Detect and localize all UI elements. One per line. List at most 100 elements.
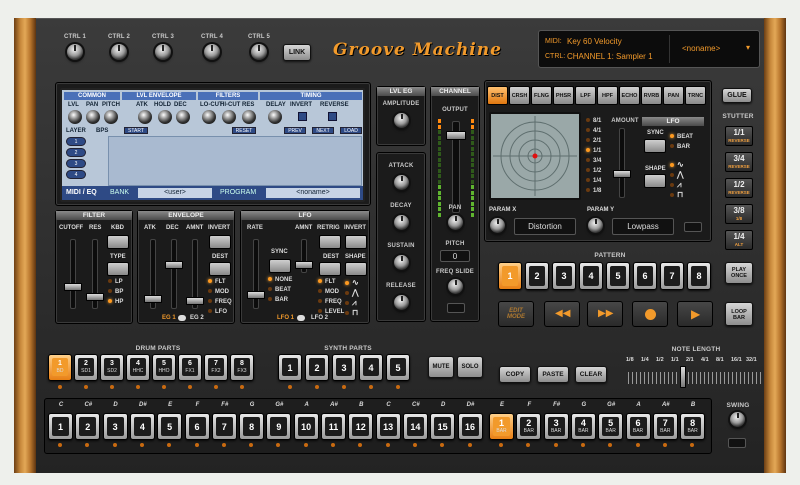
fx-bar-option[interactable]: BAR xyxy=(670,144,690,150)
fx-crsh-button[interactable]: CRSH xyxy=(509,86,530,105)
bank-selector[interactable]: <user> xyxy=(138,188,212,198)
fx-rate-4[interactable]: 3/4 xyxy=(586,158,601,164)
bar-button-3[interactable]: 3 BAR xyxy=(543,413,569,440)
env-amnt-slider[interactable] xyxy=(186,297,204,305)
filter-type-button[interactable] xyxy=(107,262,129,276)
pattern-key-2[interactable]: 2 xyxy=(525,262,549,290)
rewind-button[interactable]: ◀◀ xyxy=(544,301,580,327)
lfo-dest-mod[interactable]: MOD xyxy=(318,289,339,295)
fx-hpf-button[interactable]: HPF xyxy=(597,86,618,105)
lfo-amnt-slider[interactable] xyxy=(295,261,313,269)
fx-rate-0[interactable]: 8/1 xyxy=(586,118,601,124)
synth-part-2[interactable]: 2 xyxy=(305,354,329,381)
lcd-start-button[interactable]: START xyxy=(124,127,148,134)
lfo-dest-flt[interactable]: FLT xyxy=(318,279,336,285)
ctrl3-knob[interactable] xyxy=(155,44,171,60)
decay-knob[interactable] xyxy=(394,215,409,230)
step-button-10[interactable]: 10 xyxy=(293,413,319,440)
fx-flng-button[interactable]: FLNG xyxy=(531,86,552,105)
pattern-key-5[interactable]: 5 xyxy=(606,262,630,290)
synth-part-3[interactable]: 3 xyxy=(332,354,356,381)
mute-button[interactable]: MUTE xyxy=(428,356,454,378)
fx-rate-2[interactable]: 2/1 xyxy=(586,138,601,144)
lcd-hold-knob[interactable] xyxy=(158,110,172,124)
pattern-key-4[interactable]: 4 xyxy=(579,262,603,290)
preset-selector[interactable]: <noname> ▾ xyxy=(669,35,757,63)
kbd-button[interactable] xyxy=(107,235,129,249)
bar-button-1[interactable]: 1 BAR xyxy=(489,413,514,440)
lcd-prev-button[interactable]: PREV xyxy=(284,127,306,134)
step-button-6[interactable]: 6 xyxy=(184,413,210,440)
ctrl5-knob[interactable] xyxy=(251,44,267,60)
layer-4-button[interactable]: 4 xyxy=(66,170,86,179)
fx-echo-button[interactable]: ECHO xyxy=(619,86,640,105)
swing-toggle[interactable] xyxy=(728,438,746,448)
lcd-hicut-knob[interactable] xyxy=(222,110,236,124)
step-button-16[interactable]: 16 xyxy=(457,413,483,440)
step-button-13[interactable]: 13 xyxy=(375,413,401,440)
midi-eq-tab[interactable]: MIDI / EQ xyxy=(66,189,97,196)
record-button[interactable] xyxy=(632,301,668,327)
pattern-key-1[interactable]: 1 xyxy=(498,262,522,290)
step-button-4[interactable]: 4 xyxy=(129,413,155,440)
env-invert-button[interactable] xyxy=(209,235,231,249)
fx-sync-button[interactable] xyxy=(644,139,666,153)
fx-shape-button[interactable] xyxy=(644,174,666,188)
layer-2-button[interactable]: 2 xyxy=(66,148,86,157)
env-dest-flt[interactable]: FLT xyxy=(208,279,226,285)
step-button-7[interactable]: 7 xyxy=(211,413,237,440)
program-selector[interactable]: <noname> xyxy=(266,188,360,198)
drum-part-7[interactable]: 7 FX2 xyxy=(204,354,228,381)
freq-slide-knob[interactable] xyxy=(448,279,463,294)
fx-rate-7[interactable]: 1/8 xyxy=(586,188,601,194)
param-y-value[interactable]: Lowpass xyxy=(612,218,674,235)
fx-trnc-button[interactable]: TRNC xyxy=(685,86,706,105)
pattern-key-7[interactable]: 7 xyxy=(660,262,684,290)
stutter-button-2[interactable]: 1/2 REVERSE xyxy=(725,178,753,198)
swing-knob[interactable] xyxy=(730,412,745,427)
step-button-14[interactable]: 14 xyxy=(402,413,428,440)
env-atk-slider[interactable] xyxy=(144,295,162,303)
drum-part-1[interactable]: 1 BD xyxy=(48,354,72,381)
fx-amount-slider[interactable] xyxy=(613,170,631,178)
sustain-knob[interactable] xyxy=(394,255,409,270)
drum-part-5[interactable]: 5 HHO xyxy=(152,354,176,381)
step-button-12[interactable]: 12 xyxy=(348,413,374,440)
output-fader-cap[interactable] xyxy=(446,131,466,140)
fx-dist-button[interactable]: DIST xyxy=(487,86,508,105)
env-dest-mod[interactable]: MOD xyxy=(208,289,229,295)
freq-slide-toggle[interactable] xyxy=(447,303,465,313)
fx-pan-button[interactable]: PAN xyxy=(663,86,684,105)
paste-button[interactable]: PASTE xyxy=(537,366,569,383)
fx-rate-3[interactable]: 1/1 xyxy=(586,148,601,154)
lfo1-label[interactable]: LFO 1 xyxy=(277,315,294,321)
fx-phsr-button[interactable]: PHSR xyxy=(553,86,574,105)
lcd-next-button[interactable]: NEXT xyxy=(312,127,334,134)
copy-button[interactable]: COPY xyxy=(499,366,531,383)
step-button-15[interactable]: 15 xyxy=(430,413,456,440)
play-button[interactable]: ▶ xyxy=(677,301,713,327)
lfo-dest-button[interactable] xyxy=(319,262,341,276)
lcd-locut-knob[interactable] xyxy=(202,110,216,124)
step-button-3[interactable]: 3 xyxy=(102,413,128,440)
param-x-knob[interactable] xyxy=(490,218,505,233)
cutoff-slider[interactable] xyxy=(64,283,82,291)
play-once-button[interactable]: PLAY ONCE xyxy=(725,262,753,284)
lfo-sync-none[interactable]: NONE xyxy=(268,277,292,283)
filter-mode-hp[interactable]: HP xyxy=(108,299,123,305)
synth-part-4[interactable]: 4 xyxy=(359,354,383,381)
pan-knob[interactable] xyxy=(448,215,463,230)
step-button-1[interactable]: 1 xyxy=(48,413,73,440)
stutter-button-0[interactable]: 1/1 REVERSE xyxy=(725,126,753,146)
xy-pad[interactable] xyxy=(489,112,581,200)
filter-mode-bp[interactable]: BP xyxy=(108,289,123,295)
fx-param-toggle[interactable] xyxy=(684,222,702,232)
env-dest-lfo[interactable]: LFO xyxy=(208,309,227,315)
fx-rate-1[interactable]: 4/1 xyxy=(586,128,601,134)
synth-part-5[interactable]: 5 xyxy=(386,354,410,381)
lcd-res-knob[interactable] xyxy=(242,110,256,124)
param-x-value[interactable]: Distortion xyxy=(514,218,576,235)
ctrl2-knob[interactable] xyxy=(111,44,127,60)
amplitude-knob[interactable] xyxy=(394,113,409,128)
step-button-9[interactable]: 9 xyxy=(266,413,292,440)
